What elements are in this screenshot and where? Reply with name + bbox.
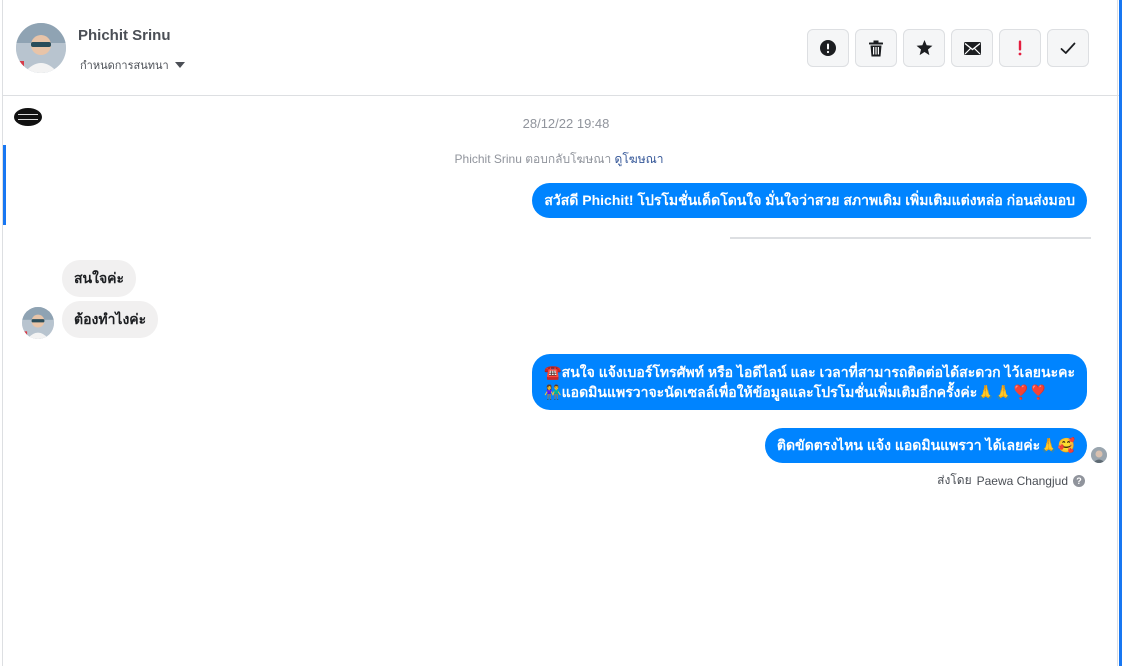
conversation-panel: Phichit Srinu กำหนดการสนทนา 28/12/22 19:… (2, 0, 1119, 666)
contact-avatar[interactable] (16, 23, 66, 73)
incoming-message[interactable]: ต้องทำไงค่ะ (62, 301, 159, 338)
chevron-down-icon (174, 62, 185, 68)
mark-done-button[interactable] (1047, 29, 1089, 67)
spam-button[interactable] (999, 29, 1041, 67)
mark-unread-button[interactable] (951, 29, 993, 67)
sender-name[interactable]: Paewa Changjud (977, 474, 1068, 488)
checkmark-icon (1060, 42, 1076, 54)
help-icon[interactable]: ? (1073, 474, 1085, 487)
conversation-toolbar (807, 29, 1089, 67)
delete-button[interactable] (855, 29, 897, 67)
message-timestamp: 28/12/22 19:48 (522, 116, 610, 131)
conversation-settings-label: กำหนดการสนทนา (80, 60, 169, 72)
message-line: 👫แอดมินแพรวาจะนัดเซลล์เพื่อให้ข้อมูลและโ… (544, 384, 1048, 400)
contact-name[interactable]: Phichit Srinu (78, 27, 171, 44)
outgoing-message[interactable]: ☎️สนใจ แจ้งเบอร์โทรศัพท์ หรือ ไอดีไลน์ แ… (532, 354, 1087, 410)
exclamation-circle-icon (820, 40, 836, 56)
report-button[interactable] (807, 29, 849, 67)
envelope-icon (963, 41, 981, 55)
sent-by-label: ส่งโดย Paewa Changjud ? (937, 471, 1085, 490)
conversation-header: Phichit Srinu กำหนดการสนทนา (3, 0, 1119, 96)
outgoing-message[interactable]: ติดขัดตรงไหน แจ้ง แอดมินแพรวา ได้เลยค่ะ🙏… (764, 428, 1087, 463)
trash-icon (869, 40, 883, 56)
conversation-settings-dropdown[interactable]: กำหนดการสนทนา (80, 56, 185, 74)
outgoing-message[interactable]: สวัสดี Phichit! โปรโมชั่นเด็ดโดนใจ มั่นใ… (532, 183, 1087, 218)
ad-reply-notice: Phichit Srinu ตอบกลับโฆษณา ดูโฆษณา (3, 150, 1115, 169)
sender-avatar (1091, 447, 1107, 463)
message-divider (730, 237, 1091, 239)
exclamation-icon (1018, 40, 1022, 56)
message-line: ☎️สนใจ แจ้งเบอร์โทรศัพท์ หรือ ไอดีไลน์ แ… (544, 364, 1075, 380)
view-ad-link[interactable]: ดูโฆษณา (615, 152, 664, 166)
star-icon (916, 40, 932, 56)
sent-by-prefix: ส่งโดย (937, 473, 972, 487)
incoming-message[interactable]: สนใจค่ะ (62, 260, 137, 297)
contact-avatar-small[interactable] (22, 307, 54, 339)
star-button[interactable] (903, 29, 945, 67)
ad-reply-text: Phichit Srinu ตอบกลับโฆษณา (454, 152, 612, 166)
